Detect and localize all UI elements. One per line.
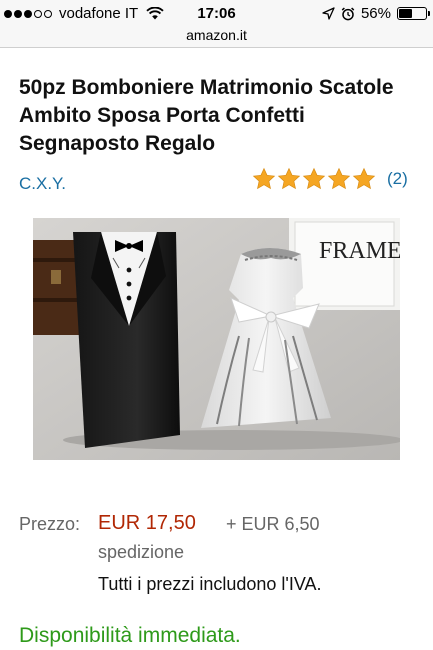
rating[interactable]: (2) (252, 167, 408, 191)
star-icon (277, 167, 301, 190)
star-rating[interactable] (252, 167, 376, 191)
star-icon (352, 167, 376, 190)
star-icon (252, 167, 276, 190)
star-icon (302, 167, 326, 190)
brand-link[interactable]: C.X.Y. (19, 174, 66, 194)
shipping-label: spedizione (98, 542, 185, 562)
star-icon (327, 167, 351, 190)
alarm-clock-icon (341, 7, 355, 20)
product-image[interactable]: FRAME (33, 218, 400, 460)
battery-icon (397, 7, 430, 20)
price-value: EUR 17,50 (98, 512, 196, 534)
url-bar[interactable]: amazon.it (0, 27, 433, 48)
battery-nub (428, 11, 430, 16)
battery-percent: 56% (360, 5, 391, 22)
location-arrow-icon (322, 7, 335, 20)
vat-note: Tutti i prezzi includono l'IVA. (98, 574, 322, 594)
url-domain[interactable]: amazon.it (186, 27, 247, 43)
review-count-link[interactable]: (2) (387, 169, 408, 189)
product-detail: 50pz Bomboniere Matrimonio Scatole Ambit… (0, 48, 433, 650)
availability-status: Disponibilità immediata. (19, 624, 241, 647)
battery-fill (399, 9, 412, 18)
status-right: 56% (322, 5, 430, 22)
status-bar: vodafone IT 17:06 56% (0, 0, 433, 27)
product-photo: FRAME (33, 218, 400, 460)
price-label: Prezzo: (19, 514, 81, 534)
frame-text: FRAME (319, 238, 400, 264)
shipping-cost: + EUR 6,50 (226, 514, 320, 534)
product-title: 50pz Bomboniere Matrimonio Scatole Ambit… (19, 76, 394, 155)
